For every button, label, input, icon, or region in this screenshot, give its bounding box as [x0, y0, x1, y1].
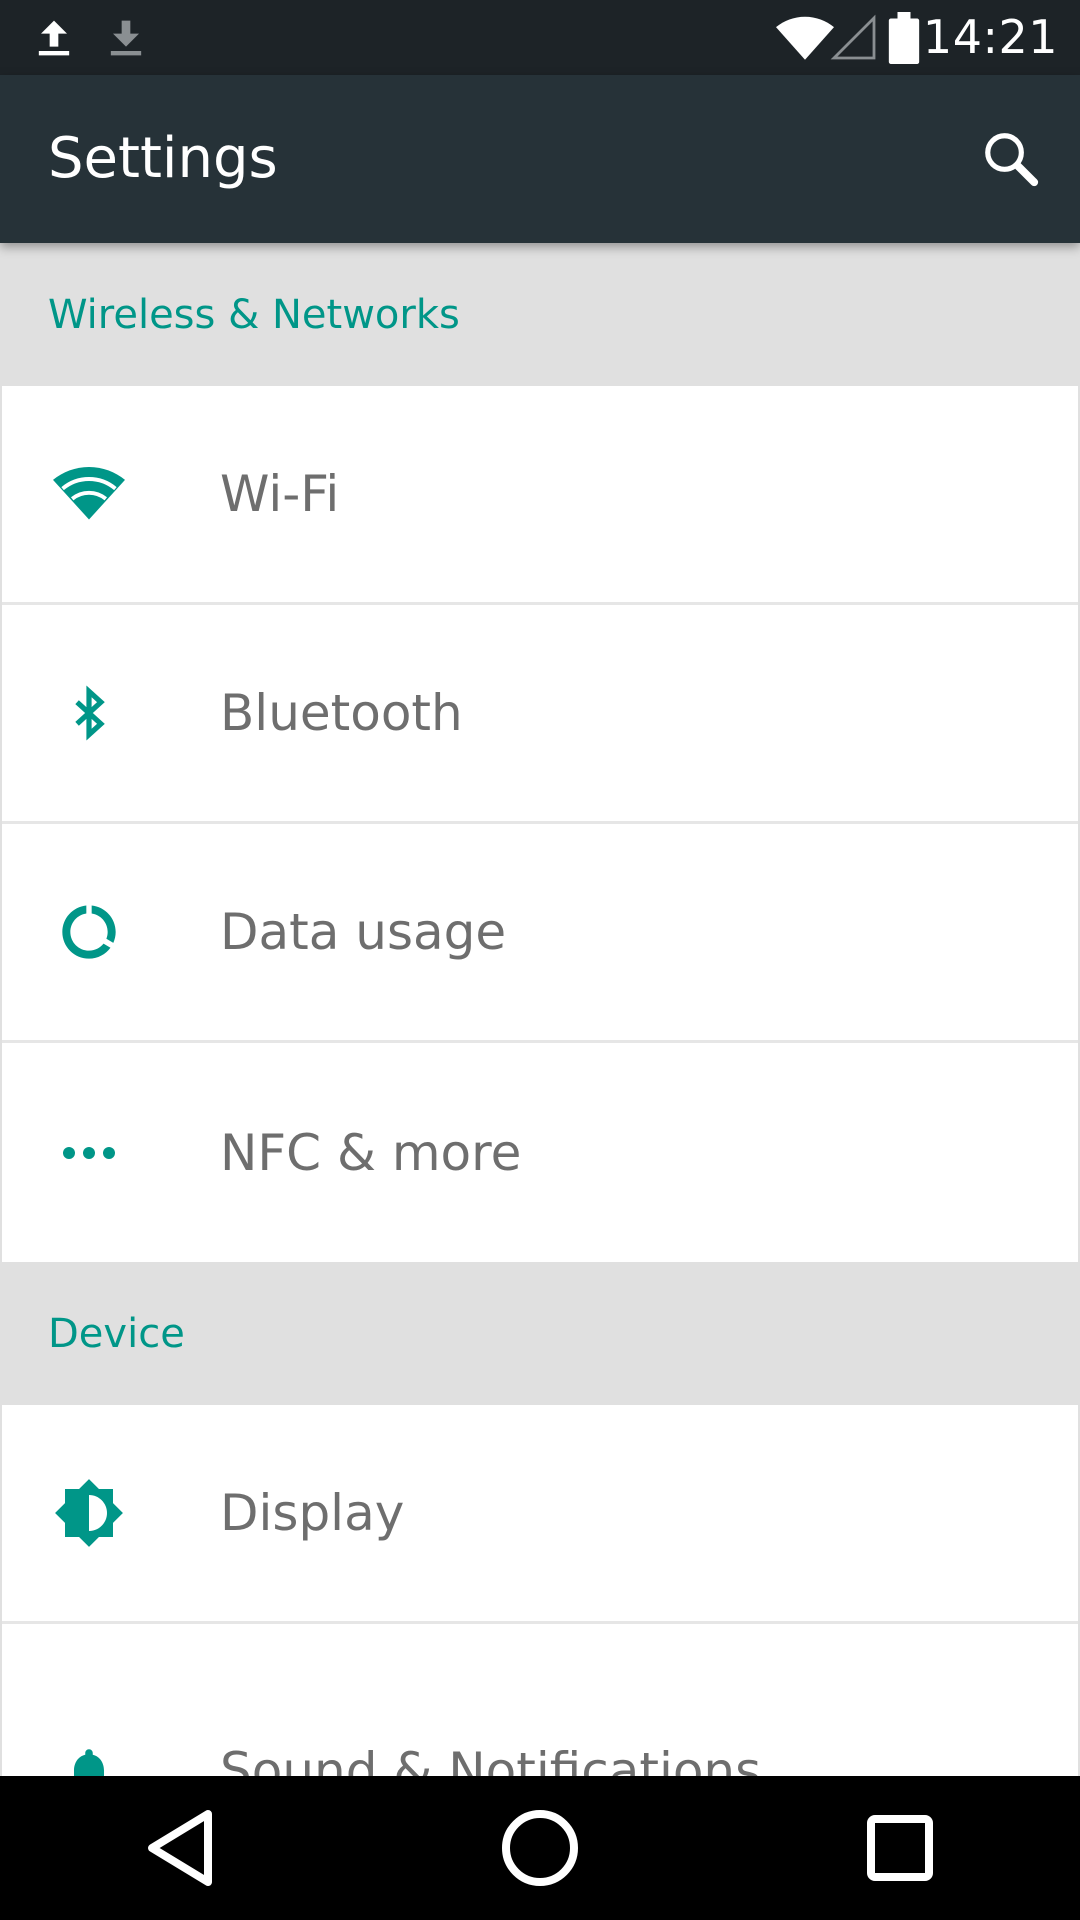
- wifi-signal-icon: [776, 0, 834, 75]
- settings-item-bluetooth[interactable]: Bluetooth: [2, 605, 1078, 824]
- settings-item-label: Wi-Fi: [220, 465, 340, 523]
- more-dots-icon: [46, 1110, 132, 1196]
- upload-icon: [28, 0, 80, 75]
- search-button[interactable]: [976, 124, 1046, 194]
- settings-item-label: Data usage: [220, 903, 507, 961]
- home-button[interactable]: [480, 1788, 600, 1908]
- settings-item-sound-notifications[interactable]: Sound & Notifications: [2, 1624, 1078, 1776]
- settings-item-label: Bluetooth: [220, 684, 463, 742]
- data-usage-icon: [46, 889, 132, 975]
- settings-item-wifi[interactable]: Wi-Fi: [2, 386, 1078, 605]
- status-time: 14:21: [922, 10, 1058, 64]
- wifi-icon: [46, 451, 132, 537]
- app-bar: Settings: [0, 75, 1080, 243]
- search-icon: [985, 133, 1039, 187]
- section-header-device: Device: [0, 1262, 1080, 1405]
- settings-item-label: Display: [220, 1484, 405, 1542]
- back-icon: [148, 1810, 212, 1886]
- wireless-group: Wi-Fi Bluetooth Data usage NFC & more: [2, 386, 1078, 1262]
- section-header-wireless: Wireless & Networks: [0, 243, 1080, 386]
- page-title: Settings: [48, 126, 278, 191]
- settings-item-label: Sound & Notifications: [220, 1742, 762, 1776]
- device-group: Display Sound & Notifications: [2, 1405, 1078, 1776]
- recents-icon: [867, 1815, 933, 1881]
- recents-button[interactable]: [840, 1788, 960, 1908]
- settings-item-nfc-more[interactable]: NFC & more: [2, 1043, 1078, 1262]
- bell-icon: [46, 1730, 132, 1776]
- brightness-icon: [46, 1470, 132, 1556]
- cell-signal-icon: [830, 0, 878, 75]
- download-icon: [100, 0, 152, 75]
- settings-item-data-usage[interactable]: Data usage: [2, 824, 1078, 1043]
- bluetooth-icon: [46, 670, 132, 756]
- settings-item-display[interactable]: Display: [2, 1405, 1078, 1624]
- settings-item-label: NFC & more: [220, 1123, 522, 1182]
- navigation-bar: [0, 1776, 1080, 1920]
- settings-list: Wireless & Networks Wi-Fi Bluetooth Data…: [0, 243, 1080, 1776]
- home-icon: [502, 1810, 578, 1886]
- back-button[interactable]: [120, 1788, 240, 1908]
- battery-icon: [886, 0, 922, 75]
- status-bar: 14:21: [0, 0, 1080, 75]
